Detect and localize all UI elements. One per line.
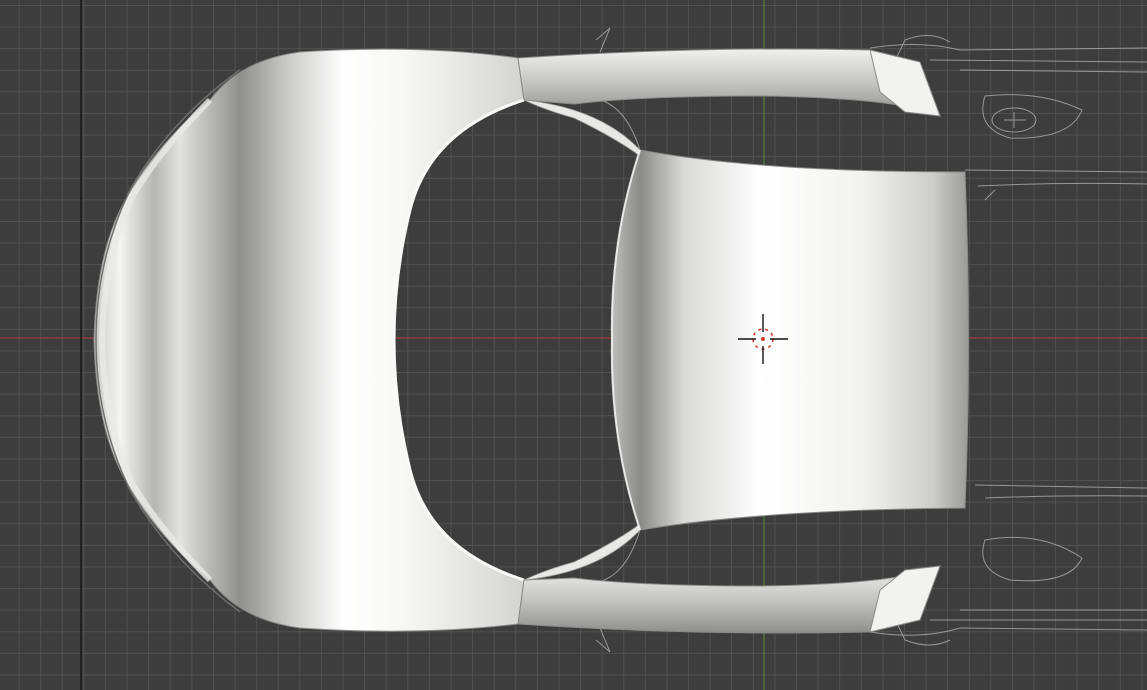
car-model-top-view[interactable] <box>0 0 1147 690</box>
rear-wing-tip-bottom <box>869 565 941 633</box>
3d-viewport[interactable] <box>0 0 1147 690</box>
side-window-right <box>523 517 649 581</box>
car-hood <box>93 48 525 632</box>
side-window-left <box>523 99 649 163</box>
car-roof <box>611 149 969 531</box>
rear-wing-tip-top <box>869 49 941 117</box>
3d-cursor-icon[interactable] <box>736 312 790 366</box>
